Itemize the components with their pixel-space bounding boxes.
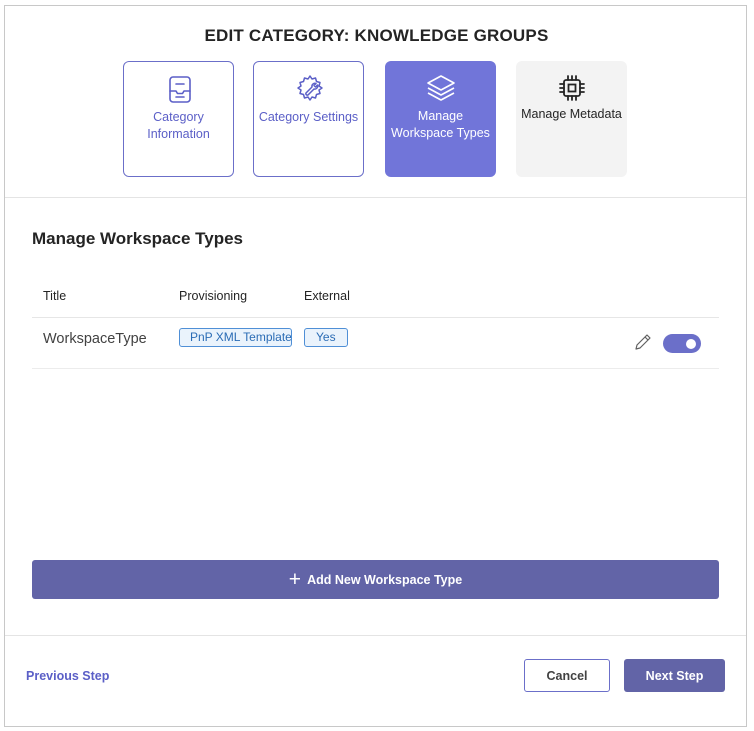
column-header-title: Title (43, 289, 67, 303)
column-header-provisioning: Provisioning (179, 289, 248, 303)
previous-step-link[interactable]: Previous Step (26, 669, 109, 683)
step-category-settings[interactable]: Category Settings (253, 61, 364, 177)
step-category-information[interactable]: Category Information (123, 61, 234, 177)
enabled-toggle[interactable] (663, 334, 701, 353)
dialog-title: EDIT CATEGORY: KNOWLEDGE GROUPS (204, 26, 549, 45)
step-label: Manage Workspace Types (391, 109, 490, 140)
next-step-button[interactable]: Next Step (624, 659, 725, 692)
wrench-settings-icon (254, 73, 365, 105)
add-workspace-type-button[interactable]: + Add New Workspace Type (32, 560, 719, 599)
footer-divider (5, 635, 746, 636)
edit-category-dialog: EDIT CATEGORY: KNOWLEDGE GROUPS Category… (4, 5, 747, 727)
step-label: Manage Metadata (521, 107, 622, 121)
header-divider (5, 197, 746, 198)
step-manage-workspace-types[interactable]: Manage Workspace Types (385, 61, 496, 177)
section-title: Manage Workspace Types (32, 229, 244, 248)
plus-icon: + (288, 567, 302, 591)
step-label: Category Settings (258, 110, 359, 124)
step-label: Category Information (147, 110, 210, 141)
toggle-knob (686, 338, 696, 349)
provisioning-tag: PnP XML Template (179, 328, 292, 347)
chip-icon (516, 72, 627, 104)
pencil-edit-icon[interactable] (633, 332, 653, 352)
row-divider (32, 368, 719, 369)
add-button-label: Add New Workspace Type (307, 572, 463, 587)
header-row-divider (32, 317, 719, 318)
external-tag: Yes (304, 328, 348, 347)
workspace-type-title: WorkspaceType (43, 331, 147, 347)
column-header-external: External (304, 289, 350, 303)
step-manage-metadata[interactable]: Manage Metadata (516, 61, 627, 177)
layers-icon (385, 72, 496, 104)
cancel-button[interactable]: Cancel (524, 659, 610, 692)
inbox-tray-icon (124, 73, 235, 105)
